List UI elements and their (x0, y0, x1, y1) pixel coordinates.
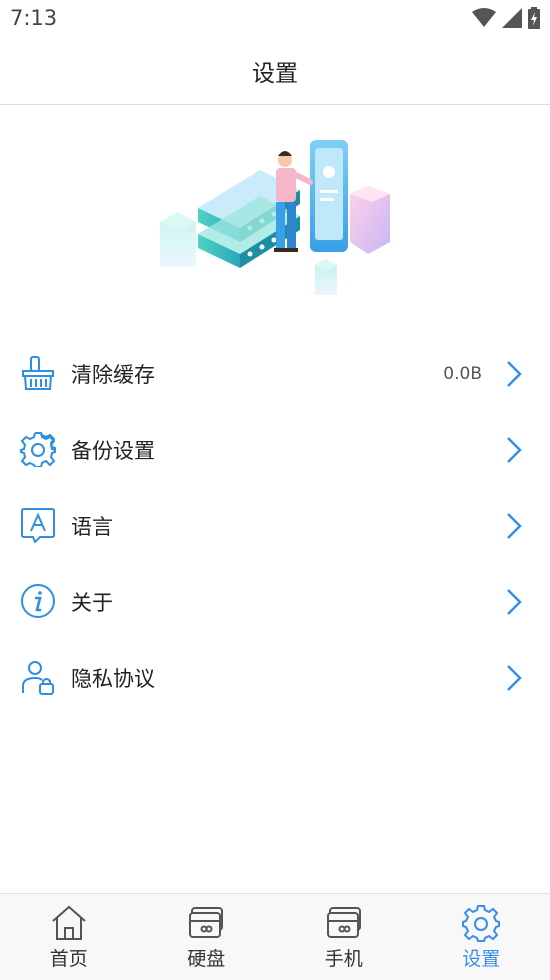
tab-home[interactable]: 首页 (0, 894, 138, 980)
chevron-right-icon (506, 436, 522, 464)
bottom-tab-bar: 首页 硬盘 手机 设置 (0, 893, 550, 980)
basket-icon (20, 355, 56, 391)
tab-label: 硬盘 (138, 944, 276, 971)
menu-item-label: 关于 (71, 587, 113, 617)
battery-icon (528, 7, 540, 29)
menu-item-label: 清除缓存 (71, 359, 155, 389)
tab-disk[interactable]: 硬盘 (138, 894, 276, 980)
signal-icon (502, 8, 522, 28)
menu-item-privacy-policy[interactable]: 隐私协议 (0, 640, 550, 716)
gear-icon (20, 431, 56, 467)
menu-item-clear-cache[interactable]: 清除缓存 0.0B (0, 336, 550, 412)
status-icons (472, 7, 540, 29)
hero-illustration (150, 130, 410, 305)
tab-label: 首页 (0, 944, 138, 971)
settings-menu: 清除缓存 0.0B 备份设置 语言 关于 (0, 336, 550, 716)
menu-item-label: 备份设置 (71, 435, 155, 465)
status-bar: 7:13 (0, 0, 550, 38)
wifi-icon (472, 8, 496, 28)
header: 设置 (0, 38, 550, 105)
tab-phone[interactable]: 手机 (275, 894, 413, 980)
tab-label: 手机 (275, 944, 413, 971)
gear-icon (462, 904, 500, 942)
language-icon (20, 507, 56, 543)
disk-icon (187, 904, 225, 942)
cache-size-value: 0.0B (443, 364, 482, 384)
menu-item-about[interactable]: 关于 (0, 564, 550, 640)
menu-item-backup-settings[interactable]: 备份设置 (0, 412, 550, 488)
tab-settings[interactable]: 设置 (413, 894, 550, 980)
user-lock-icon (20, 659, 56, 695)
home-icon (50, 904, 88, 942)
status-time: 7:13 (10, 6, 57, 30)
page-title: 设置 (252, 54, 298, 88)
chevron-right-icon (506, 588, 522, 616)
tab-label: 设置 (413, 944, 550, 971)
chevron-right-icon (506, 512, 522, 540)
phone-card-icon (325, 904, 363, 942)
menu-item-label: 语言 (71, 511, 113, 541)
menu-item-label: 隐私协议 (71, 663, 155, 693)
chevron-right-icon (506, 360, 522, 388)
chevron-right-icon (506, 664, 522, 692)
info-icon (20, 583, 56, 619)
menu-item-language[interactable]: 语言 (0, 488, 550, 564)
